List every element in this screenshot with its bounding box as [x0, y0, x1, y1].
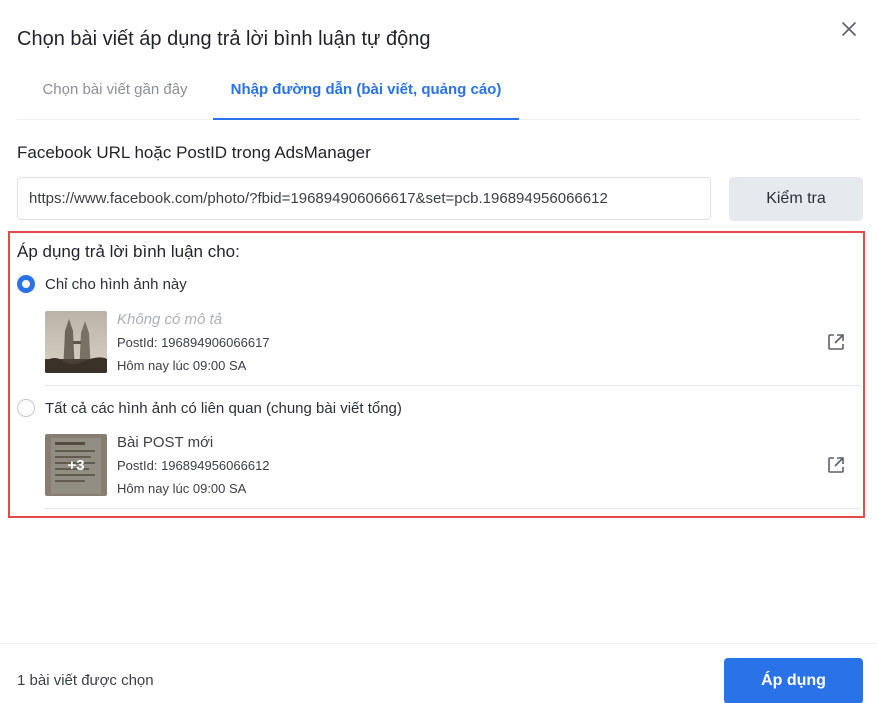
close-button[interactable]	[836, 16, 862, 42]
dialog-footer: 1 bài viết được chọn Áp dụng	[0, 643, 877, 703]
selected-count: 1 bài viết được chọn	[17, 672, 154, 689]
post-title: Bài POST mới	[117, 434, 214, 451]
radio-option-label: Chỉ cho hình ảnh này	[45, 275, 187, 293]
radio-option-all-images[interactable]: Tất cả các hình ảnh có liên quan (chung …	[17, 399, 402, 417]
radio-button-unselected[interactable]	[17, 399, 35, 417]
url-field-label: Facebook URL hoặc PostID trong AdsManage…	[17, 143, 371, 162]
radio-option-this-image[interactable]: Chỉ cho hình ảnh này	[17, 275, 187, 293]
tab-recent-posts[interactable]: Chọn bài viết gần đây	[17, 68, 213, 120]
external-link-icon[interactable]	[827, 456, 845, 474]
post-title: Không có mô tả	[117, 311, 223, 328]
more-images-count: +3	[45, 434, 107, 496]
post-thumbnail: +3	[45, 434, 107, 496]
post-time: Hôm nay lúc 09:00 SA	[117, 481, 247, 496]
dialog-title: Chọn bài viết áp dụng trả lời bình luận …	[17, 28, 431, 50]
close-icon[interactable]	[842, 22, 856, 36]
post-id: PostId: 196894906066617	[117, 335, 270, 350]
tab-enter-url[interactable]: Nhập đường dẫn (bài viết, quảng cáo)	[213, 68, 519, 120]
post-id: PostId: 196894956066612	[117, 458, 270, 473]
post-item-image: Không có mô tả PostId: 196894906066617 H…	[45, 311, 861, 373]
apply-button[interactable]: Áp dụng	[724, 658, 863, 703]
radio-button-selected[interactable]	[17, 275, 35, 293]
check-button[interactable]: Kiểm tra	[729, 177, 863, 221]
post-item-group: +3 Bài POST mới PostId: 196894956066612 …	[45, 434, 861, 496]
open-post-link[interactable]	[825, 454, 847, 476]
open-post-link[interactable]	[825, 331, 847, 353]
radio-option-label: Tất cả các hình ảnh có liên quan (chung …	[45, 399, 402, 417]
url-input[interactable]	[17, 177, 711, 220]
apply-section-heading: Áp dụng trả lời bình luận cho:	[17, 242, 240, 261]
post-thumbnail	[45, 311, 107, 373]
tab-bar: Chọn bài viết gần đây Nhập đường dẫn (bà…	[17, 68, 860, 120]
divider	[45, 508, 861, 509]
divider	[45, 385, 861, 386]
post-time: Hôm nay lúc 09:00 SA	[117, 358, 247, 373]
external-link-icon[interactable]	[827, 333, 845, 351]
